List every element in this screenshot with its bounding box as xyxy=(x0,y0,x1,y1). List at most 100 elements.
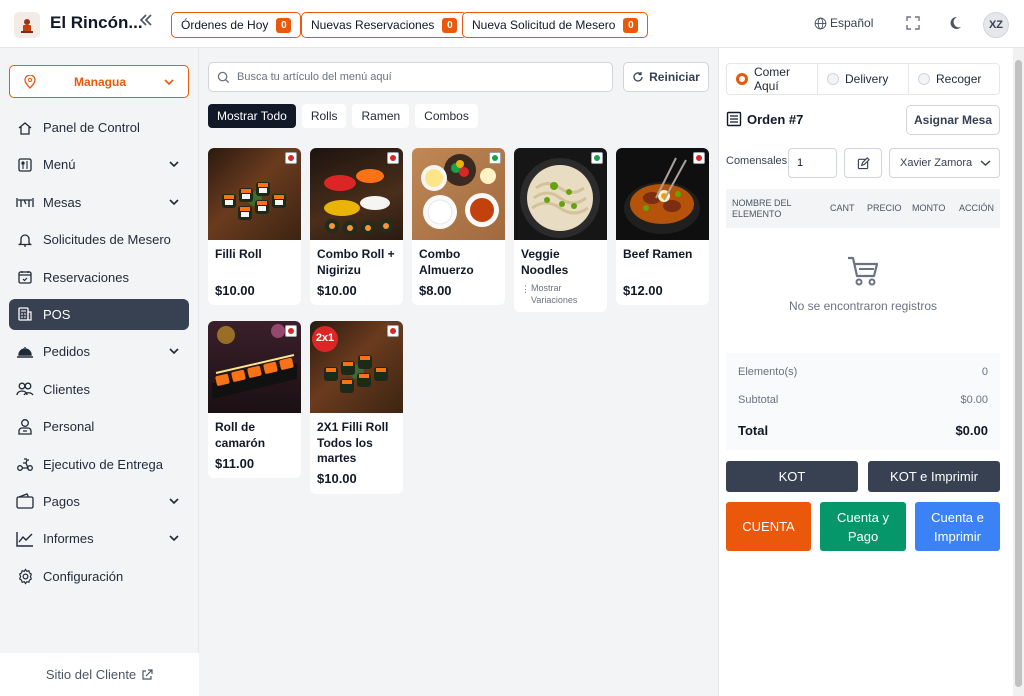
column-qty: Cant xyxy=(830,203,855,213)
new-reservations-button[interactable]: Nuevas Reservaciones 0 xyxy=(301,12,468,38)
edit-icon xyxy=(857,156,870,169)
category-combos[interactable]: Combos xyxy=(415,104,478,128)
sidebar-item-waiter-requests[interactable]: Solicitudes de Mesero xyxy=(9,224,189,255)
menu-item-card[interactable]: Filli Roll $10.00 xyxy=(208,148,301,305)
item-price: $10.00 xyxy=(317,471,357,486)
food-image xyxy=(208,148,301,240)
search-input[interactable] xyxy=(237,71,607,83)
category-ramen[interactable]: Ramen xyxy=(352,104,410,128)
collapse-sidebar-icon[interactable] xyxy=(138,11,154,34)
menu-item-card[interactable]: Combo Almuerzo $8.00 xyxy=(412,148,505,305)
subtotal-row: Subtotal $0.00 xyxy=(738,394,988,406)
menu-book-icon xyxy=(16,156,34,174)
order-table-header: Nombre del Elemento Cant Precio Monto Ac… xyxy=(726,189,1000,228)
delivery-icon xyxy=(16,455,34,473)
sidebar-item-label: Reservaciones xyxy=(43,269,129,285)
order-totals: Elemento(s) 0 Subtotal $0.00 Total $0.00 xyxy=(726,353,1000,450)
dark-mode-icon[interactable] xyxy=(947,15,963,36)
sidebar-item-menu[interactable]: Menú xyxy=(9,149,189,180)
bill-button[interactable]: CUENTA xyxy=(726,502,811,551)
location-pin-icon xyxy=(24,74,36,89)
restaurant-logo[interactable] xyxy=(14,12,40,38)
bill-and-pay-button[interactable]: Cuenta y Pago xyxy=(820,502,906,551)
user-avatar[interactable]: XZ xyxy=(983,12,1009,38)
menu-item-card[interactable]: Combo Roll + Nigirizu $10.00 xyxy=(310,148,403,305)
waiter-select[interactable]: Xavier Zamora xyxy=(889,148,1000,178)
bill-and-print-button[interactable]: Cuenta e Imprimir xyxy=(915,502,1000,551)
total-value: $0.00 xyxy=(955,423,988,438)
sidebar-item-label: Pagos xyxy=(43,493,80,509)
sidebar-item-label: Personal xyxy=(43,419,95,435)
globe-icon xyxy=(814,17,827,29)
sidebar-item-pos[interactable]: POS xyxy=(9,298,189,330)
order-type-dine-in[interactable]: Comer Aquí xyxy=(727,64,818,94)
chart-icon xyxy=(16,530,34,548)
item-name: Filli Roll xyxy=(215,247,262,261)
calendar-icon xyxy=(16,268,34,286)
item-price: $8.00 xyxy=(419,283,452,298)
promo-badge: 2x1 xyxy=(315,332,335,344)
food-image xyxy=(616,148,709,240)
items-count-row: Elemento(s) 0 xyxy=(738,366,988,378)
item-name: Beef Ramen xyxy=(623,247,693,261)
show-variations-link[interactable]: ⋮ Mostrar Variaciones xyxy=(514,282,607,306)
radio-icon xyxy=(918,73,930,85)
scrollbar-thumb[interactable] xyxy=(1015,60,1022,687)
assign-table-button[interactable]: Asignar Mesa xyxy=(906,105,1000,135)
external-link-icon xyxy=(142,668,153,680)
kot-print-button[interactable]: KOT e Imprimir xyxy=(868,461,1000,492)
sidebar-item-label: Informes xyxy=(43,531,94,547)
nonveg-indicator-icon xyxy=(285,152,297,164)
order-type-delivery[interactable]: Delivery xyxy=(818,64,909,94)
menu-item-card[interactable]: Roll de camarón $11.00 xyxy=(208,321,301,478)
sidebar-item-settings[interactable]: Configuración xyxy=(9,561,189,592)
sidebar-item-payments[interactable]: Pagos xyxy=(9,486,189,517)
scrollbar[interactable] xyxy=(1013,48,1024,696)
sidebar-item-delivery[interactable]: Ejecutivo de Entrega xyxy=(9,449,189,480)
nonveg-indicator-icon xyxy=(285,325,297,337)
sidebar-item-dashboard[interactable]: Panel de Control xyxy=(9,112,189,143)
top-bar: El Rincón... Órdenes de Hoy 0 Nuevas Res… xyxy=(0,0,1024,48)
chevron-down-icon xyxy=(980,160,991,167)
kot-button[interactable]: KOT xyxy=(726,461,858,492)
waiter-requests-count: 0 xyxy=(623,17,639,33)
guests-input[interactable] xyxy=(788,148,837,178)
sidebar-item-label: Panel de Control xyxy=(43,120,140,135)
sidebar-item-customers[interactable]: Clientes xyxy=(9,374,189,405)
menu-search xyxy=(208,62,613,92)
sidebar-item-reports[interactable]: Informes xyxy=(9,523,189,554)
orders-today-button[interactable]: Órdenes de Hoy 0 xyxy=(171,12,302,38)
veg-indicator-icon xyxy=(591,152,603,164)
branch-selector[interactable]: Managua xyxy=(9,65,189,98)
sidebar-item-label: Menú xyxy=(43,157,76,173)
menu-item-card[interactable]: 2x1 2X1 Filli Roll Todos los martes $10.… xyxy=(310,321,403,494)
category-rolls[interactable]: Rolls xyxy=(301,104,347,128)
sidebar: Managua Panel de Control Menú Mesas Soli… xyxy=(0,48,199,696)
sidebar-item-reservations[interactable]: Reservaciones xyxy=(9,262,189,293)
edit-order-button[interactable] xyxy=(844,148,882,178)
sidebar-item-label: Mesas xyxy=(43,194,82,210)
reset-button[interactable]: Reiniciar xyxy=(623,62,709,92)
fullscreen-icon[interactable] xyxy=(905,15,921,36)
order-type-pickup[interactable]: Recoger xyxy=(909,64,999,94)
receipt-icon xyxy=(726,111,742,127)
sidebar-item-orders[interactable]: Pedidos xyxy=(9,336,189,367)
column-amount: Monto xyxy=(912,203,946,213)
settings-icon xyxy=(16,567,34,585)
radio-selected-icon xyxy=(736,73,748,85)
food-image xyxy=(208,321,301,413)
sidebar-item-tables[interactable]: Mesas xyxy=(9,187,189,218)
language-selector[interactable]: Español xyxy=(814,16,873,30)
sidebar-item-label: Clientes xyxy=(43,381,90,397)
item-name: 2X1 Filli Roll Todos los martes xyxy=(317,420,389,465)
sidebar-item-staff[interactable]: Personal xyxy=(9,411,189,442)
client-site-link[interactable]: Sitio del Cliente xyxy=(0,653,199,696)
category-all[interactable]: Mostrar Todo xyxy=(208,104,296,128)
waiter-requests-button[interactable]: Nueva Solicitud de Mesero 0 xyxy=(462,12,649,38)
menu-item-card[interactable]: Beef Ramen $12.00 xyxy=(616,148,709,305)
bell-icon xyxy=(16,231,34,249)
veg-indicator-icon xyxy=(489,152,501,164)
pos-icon xyxy=(16,305,34,323)
guests-label: Comensales xyxy=(726,155,788,167)
menu-item-card[interactable]: Veggie Noodles ⋮ Mostrar Variaciones xyxy=(514,148,607,312)
